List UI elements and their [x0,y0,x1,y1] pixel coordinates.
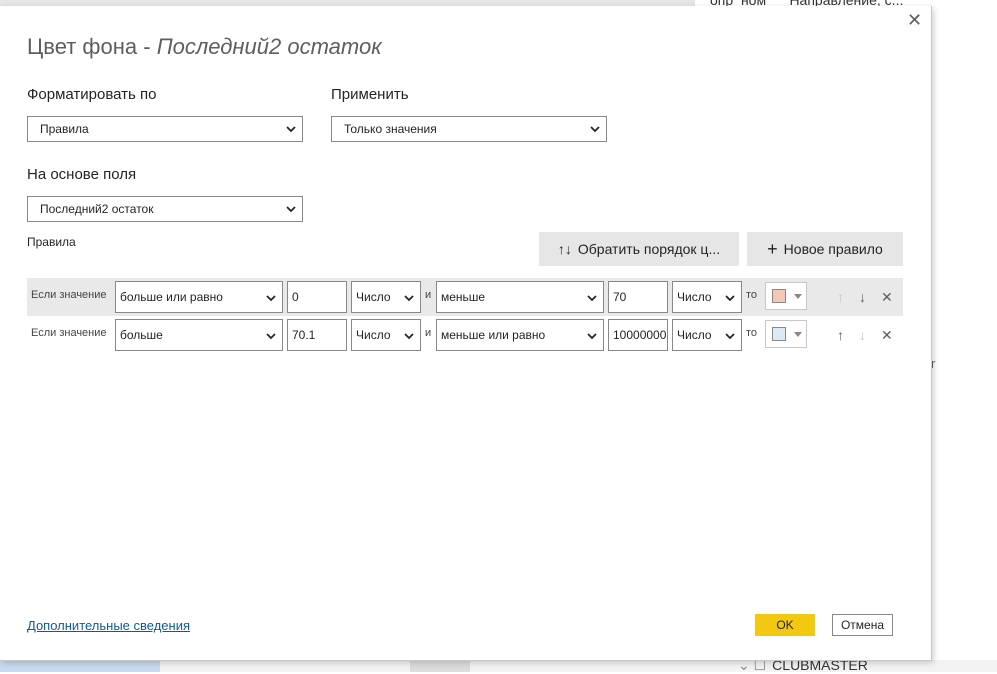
rule-value-2-input[interactable]: 70 [608,281,668,313]
color-swatch [772,327,786,341]
based-on-field-dropdown[interactable]: Последний2 остаток [27,196,303,222]
chevron-down-icon [266,295,276,302]
chevron-down-icon [266,333,276,340]
if-value-label: Если значение [31,289,107,301]
background-bottom-block [410,660,470,672]
chevron-down-icon [286,126,296,133]
rule-operator-2-dropdown[interactable]: меньше [436,281,604,313]
color-picker[interactable] [765,282,807,310]
based-on-field-label: На основе поля [27,166,137,183]
chevron-down-icon [286,206,296,213]
format-by-dropdown[interactable]: Правила [27,116,303,142]
delete-rule-icon[interactable]: ✕ [881,328,893,342]
rule-type-1-dropdown[interactable]: Число [351,281,421,313]
close-icon[interactable]: ✕ [907,11,922,29]
rules-label: Правила [27,235,76,249]
and-label: и [425,289,432,301]
caret-down-icon [794,294,802,299]
rule-operator-2-dropdown[interactable]: меньше или равно [436,319,604,351]
apply-to-dropdown[interactable]: Только значения [331,116,607,142]
conditional-formatting-dialog: ✕ Цвет фона - Последний2 остаток Формати… [0,6,932,661]
reverse-order-button[interactable]: ↑↓ Обратить порядок ц... [539,232,739,266]
sort-icon: ↑↓ [557,241,572,257]
chevron-down-icon [725,333,735,340]
caret-down-icon [794,332,802,337]
color-picker[interactable] [765,320,807,348]
rule-value-1-input[interactable]: 0 [287,281,347,313]
dialog-title: Цвет фона - Последний2 остаток [27,34,382,59]
learn-more-link[interactable]: Дополнительные сведения [27,618,190,633]
new-rule-button[interactable]: + Новое правило [747,232,903,266]
apply-to-value: Только значения [344,122,437,136]
ok-button[interactable]: OK [755,614,815,636]
then-label: то [746,289,758,301]
color-swatch [772,289,786,303]
if-value-label: Если значение [31,327,107,339]
format-by-value: Правила [40,122,89,136]
rule-type-2-dropdown[interactable]: Число [672,319,742,351]
chevron-down-icon [404,295,414,302]
based-on-field-value: Последний2 остаток [40,202,154,216]
plus-icon: + [767,238,778,259]
dialog-title-field: Последний2 остаток [156,34,382,59]
move-down-icon[interactable]: ↓ [859,328,866,342]
move-up-icon[interactable]: ↑ [837,290,844,304]
apply-to-label: Применить [331,86,409,103]
rule-row[interactable]: Если значение больше 70.1 Число и меньше… [27,316,903,354]
background-bottom-tab [0,660,160,672]
chevron-down-icon [404,333,414,340]
delete-rule-icon[interactable]: ✕ [881,290,893,304]
chevron-down-icon [725,295,735,302]
format-by-label: Форматировать по [27,86,157,103]
rule-type-2-dropdown[interactable]: Число [672,281,742,313]
chevron-down-icon [590,126,600,133]
and-label: и [425,327,432,339]
then-label: то [746,327,758,339]
rule-operator-1-dropdown[interactable]: больше или равно [115,281,283,313]
rule-value-1-input[interactable]: 70.1 [287,319,347,351]
move-down-icon[interactable]: ↓ [859,290,866,304]
chevron-down-icon [587,333,597,340]
move-up-icon[interactable]: ↑ [837,328,844,342]
cancel-button[interactable]: Отмена [832,614,893,636]
rule-type-1-dropdown[interactable]: Число [351,319,421,351]
rule-row[interactable]: Если значение больше или равно 0 Число и… [27,278,903,316]
rule-value-2-input[interactable]: 10000000 [608,319,668,351]
chevron-down-icon [587,295,597,302]
rule-operator-1-dropdown[interactable]: больше [115,319,283,351]
